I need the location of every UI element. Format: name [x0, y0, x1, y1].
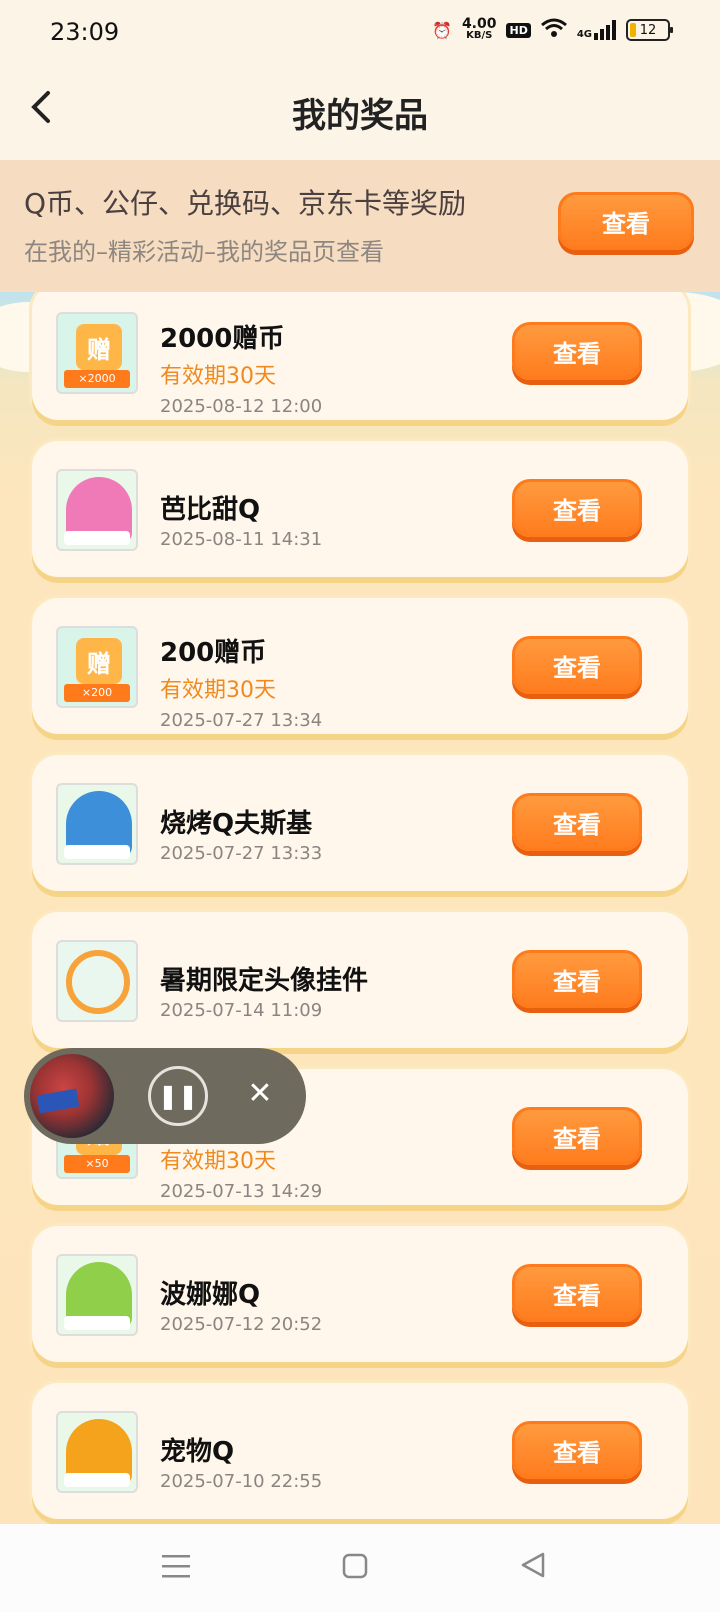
square-icon [342, 1553, 368, 1579]
signal-label: 4G [576, 29, 592, 40]
prize-list-area: 赠 ×2000 2000赠币 有效期30天 2025-08-12 12:00 查看 芭比甜Q… [0, 292, 720, 1524]
prize-card: 赠 ×200 200赠币有效期30天 2025-07-27 13:34 查看 [32, 598, 688, 734]
gift-coin-icon: 赠 [76, 324, 122, 370]
status-bar: 23:09 ⏰ 4.00 KB/S HD 4G 12 [0, 0, 720, 64]
page-header: 我的奖品 [0, 64, 720, 160]
prize-date: 2025-08-12 12:00 [160, 396, 323, 417]
prize-name: 暑期限定头像挂件 [160, 966, 369, 996]
view-button[interactable]: 查看 [512, 322, 642, 380]
prize-date: 2025-08-11 14:31 [160, 529, 323, 550]
globe-base [64, 1473, 130, 1487]
info-banner: Q币、公仔、兑换码、京东卡等奖励 在我的–精彩活动–我的奖品页查看 查看 [0, 160, 720, 292]
avatar-frame-icon [66, 950, 130, 1014]
globe-base [64, 1316, 130, 1330]
battery-icon: 12 [626, 19, 673, 41]
pause-button[interactable]: ❚❚ [148, 1066, 208, 1126]
banner-title: Q币、公仔、兑换码、京东卡等奖励 [24, 187, 467, 220]
floating-player[interactable]: ❚❚ ✕ [24, 1048, 306, 1144]
view-button[interactable]: 查看 [512, 793, 642, 851]
view-button[interactable]: 查看 [512, 1421, 642, 1479]
prize-name: 芭比甜Q [160, 495, 261, 525]
prize-thumbnail [56, 1411, 138, 1493]
coin-amount-tag: ×200 [64, 684, 130, 702]
prize-thumbnail [56, 940, 138, 1022]
view-button[interactable]: 查看 [512, 950, 642, 1008]
view-button[interactable]: 查看 [512, 1264, 642, 1322]
signal-icon: 4G [577, 20, 616, 40]
status-icons: ⏰ 4.00 KB/S HD 4G 12 [432, 16, 673, 42]
prize-name: 烧烤Q夫斯基 [160, 809, 313, 839]
prize-thumbnail [56, 1254, 138, 1336]
globe-base [64, 531, 130, 545]
prize-validity: 有效期30天 [160, 1149, 276, 1174]
system-nav-bar [0, 1524, 720, 1612]
banner-subtitle: 在我的–精彩活动–我的奖品页查看 [24, 238, 384, 266]
coin-amount-tag: ×50 [64, 1155, 130, 1173]
prize-name: 2000赠币 [160, 324, 285, 354]
banner-view-button[interactable]: 查看 [558, 192, 694, 250]
status-time: 23:09 [50, 18, 120, 46]
prize-date: 2025-07-27 13:34 [160, 710, 323, 731]
prize-card: 烧烤Q夫斯基 2025-07-27 13:33 查看 [32, 755, 688, 891]
triangle-back-icon [521, 1552, 545, 1578]
page-title: 我的奖品 [292, 96, 428, 136]
battery-level: 12 [639, 22, 657, 38]
close-icon: ✕ [247, 1076, 273, 1111]
network-speed: 4.00 KB/S [461, 16, 497, 42]
menu-icon [162, 1555, 190, 1578]
view-button[interactable]: 查看 [512, 1107, 642, 1165]
prize-name: 200赠币 [160, 638, 267, 668]
prize-name: 波娜娜Q [160, 1280, 261, 1310]
player-thumbnail[interactable] [30, 1054, 114, 1138]
menu-button[interactable] [162, 1548, 190, 1588]
prize-card: 芭比甜Q 2025-08-11 14:31 查看 [32, 441, 688, 577]
coin-thumbnail: 赠 ×2000 [56, 312, 138, 394]
prize-card: 赠 ×2000 2000赠币有效期30天 2025-08-12 12:00 查看 [32, 292, 688, 420]
close-button[interactable]: ✕ [238, 1072, 282, 1116]
system-back-button[interactable] [520, 1548, 546, 1588]
prize-thumbnail [56, 783, 138, 865]
view-button[interactable]: 查看 [512, 479, 642, 537]
prize-date: 2025-07-14 11:09 [160, 1000, 323, 1021]
prize-name: 宠物Q [160, 1437, 235, 1467]
alarm-icon: ⏰ [432, 20, 452, 40]
prize-card: 波娜娜Q 2025-07-12 20:52 查看 [32, 1226, 688, 1362]
home-button[interactable] [342, 1548, 368, 1588]
prize-thumbnail [56, 469, 138, 551]
wifi-icon [540, 18, 567, 42]
prize-card: 宠物Q 2025-07-10 22:55 查看 [32, 1383, 688, 1519]
gift-coin-icon: 赠 [76, 638, 122, 684]
prize-date: 2025-07-10 22:55 [160, 1471, 323, 1492]
pause-icon: ❚❚ [157, 1082, 199, 1110]
prize-date: 2025-07-27 13:33 [160, 843, 323, 864]
coin-thumbnail: 赠 ×200 [56, 626, 138, 708]
coin-amount-tag: ×2000 [64, 370, 130, 388]
prize-validity: 有效期30天 [160, 364, 276, 389]
prize-date: 2025-07-12 20:52 [160, 1314, 323, 1335]
view-button[interactable]: 查看 [512, 636, 642, 694]
hd-icon: HD [506, 22, 531, 38]
globe-base [64, 845, 130, 859]
prize-validity: 有效期30天 [160, 678, 276, 703]
prize-date: 2025-07-13 14:29 [160, 1181, 323, 1202]
prize-card: 暑期限定头像挂件 2025-07-14 11:09 查看 [32, 912, 688, 1048]
network-speed-value: 4.00 [461, 16, 497, 32]
network-speed-unit: KB/S [466, 30, 493, 41]
